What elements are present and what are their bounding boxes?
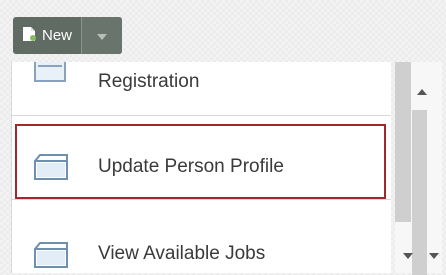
list-item-label: Registration bbox=[98, 71, 200, 92]
scroll-down-icon[interactable] bbox=[429, 253, 439, 259]
form-icon bbox=[34, 154, 68, 185]
scrollbar-thumb[interactable] bbox=[395, 62, 411, 222]
list-item[interactable]: Registration bbox=[12, 62, 391, 116]
form-icon bbox=[34, 242, 68, 273]
list-item-label: View Available Jobs bbox=[98, 243, 266, 264]
scroll-down-icon[interactable] bbox=[403, 253, 413, 259]
scroll-up-icon[interactable] bbox=[417, 89, 427, 95]
list-item[interactable]: View Available Jobs bbox=[12, 200, 391, 273]
form-list: Registration Update Person Profile View … bbox=[11, 62, 391, 273]
chevron-down-icon bbox=[97, 27, 108, 45]
vertical-scrollbar[interactable] bbox=[395, 62, 442, 275]
new-split-button: New bbox=[13, 17, 123, 54]
new-button-label: New bbox=[42, 27, 73, 44]
list-item-label: Update Person Profile bbox=[98, 156, 284, 177]
new-document-icon bbox=[22, 26, 36, 46]
new-button[interactable]: New bbox=[13, 17, 81, 54]
form-icon bbox=[34, 62, 66, 87]
list-item[interactable]: Update Person Profile bbox=[12, 116, 391, 200]
scrollbar-thumb[interactable] bbox=[412, 110, 427, 275]
new-dropdown-button[interactable] bbox=[82, 17, 123, 54]
